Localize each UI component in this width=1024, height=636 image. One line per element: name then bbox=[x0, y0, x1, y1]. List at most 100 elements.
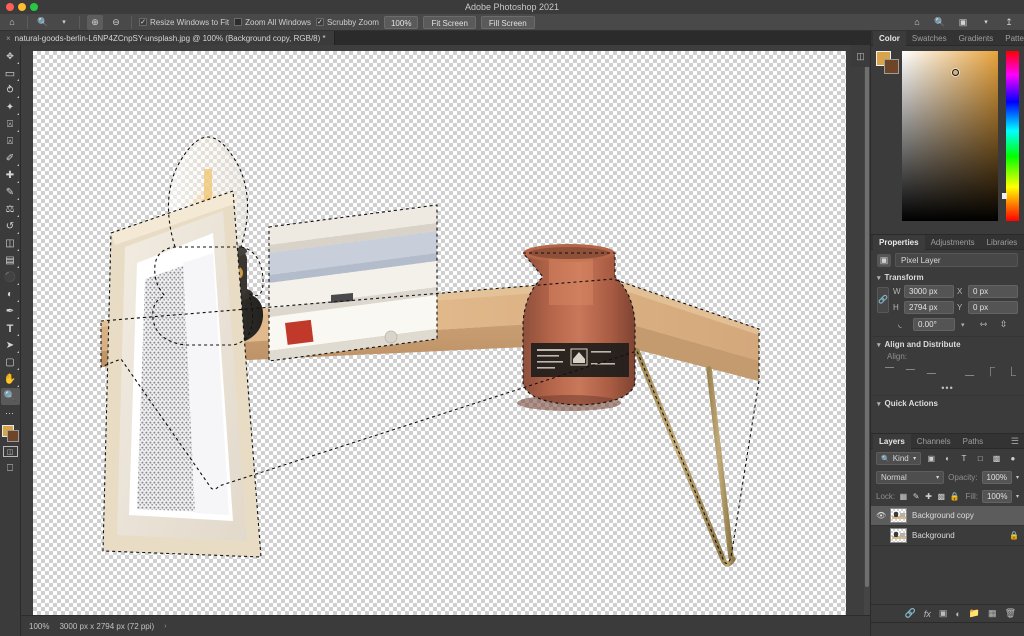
align-section-header[interactable]: ▾ Align and Distribute bbox=[871, 336, 1024, 352]
flip-vertical-icon[interactable]: ⇳ bbox=[997, 318, 1011, 331]
rectangular-marquee-tool[interactable]: ▭ bbox=[1, 65, 20, 82]
chevron-down-icon[interactable]: ▾ bbox=[877, 341, 881, 349]
scrubby-zoom-checkbox[interactable]: ✓ Scrubby Zoom bbox=[315, 18, 379, 27]
layer-filter-kind-select[interactable]: 🔍 Kind ▾ bbox=[876, 452, 922, 465]
opacity-input[interactable]: 100% bbox=[981, 471, 1012, 484]
discover-icon[interactable]: ⌂ bbox=[909, 15, 925, 30]
tab-patterns[interactable]: Patterns bbox=[999, 31, 1024, 46]
fill-screen-button[interactable]: Fill Screen bbox=[480, 15, 535, 29]
zoom-tool-icon[interactable]: 🔍 bbox=[35, 15, 51, 30]
type-tool[interactable]: T bbox=[1, 320, 20, 337]
tab-adjustments[interactable]: Adjustments bbox=[925, 235, 981, 250]
background-color-swatch[interactable] bbox=[6, 430, 19, 442]
tab-libraries[interactable]: Libraries bbox=[981, 235, 1024, 250]
layer-style-icon[interactable]: fx bbox=[924, 609, 931, 619]
scrollbar-thumb[interactable] bbox=[865, 47, 869, 587]
quick-actions-section-header[interactable]: ▾ Quick Actions bbox=[871, 395, 1024, 411]
pen-tool[interactable]: ✒ bbox=[1, 303, 20, 320]
quick-mask-icon[interactable]: ◫ bbox=[2, 446, 18, 457]
hand-tool[interactable]: ✋ bbox=[1, 371, 20, 388]
chevron-down-icon[interactable]: ▾ bbox=[936, 474, 939, 481]
rectangle-tool[interactable]: ▢ bbox=[1, 354, 20, 371]
tab-properties[interactable]: Properties bbox=[873, 234, 925, 250]
chevron-down-icon[interactable]: ▾ bbox=[978, 15, 994, 30]
chevron-down-icon[interactable]: ▾ bbox=[1016, 493, 1019, 500]
fit-screen-button[interactable]: Fit Screen bbox=[423, 15, 476, 29]
move-tool[interactable]: ✥ bbox=[1, 48, 20, 65]
edit-toolbar-tool[interactable]: ⋯ bbox=[1, 405, 20, 422]
layer-row-background-copy[interactable]: 👁 Background copy bbox=[871, 506, 1024, 526]
layer-name[interactable]: Background copy bbox=[912, 511, 1019, 520]
zoom-level-input[interactable]: 100% bbox=[383, 15, 419, 29]
object-selection-tool[interactable]: ✦ bbox=[1, 99, 20, 116]
color-panel-swatches[interactable] bbox=[876, 51, 899, 75]
search-icon[interactable]: 🔍 bbox=[932, 15, 948, 30]
delete-layer-icon[interactable]: 🗑 bbox=[1005, 608, 1016, 619]
zoom-out-icon[interactable]: ⊖ bbox=[108, 15, 124, 30]
history-brush-tool[interactable]: ↺ bbox=[1, 218, 20, 235]
blend-mode-select[interactable]: Normal ▾ bbox=[876, 471, 945, 484]
zoom-in-icon[interactable]: ⊕ bbox=[87, 14, 103, 30]
x-input[interactable]: 0 px bbox=[968, 285, 1018, 298]
lock-artboard-icon[interactable]: ▩ bbox=[937, 490, 946, 503]
shape-filter-icon[interactable]: □ bbox=[974, 452, 986, 465]
fill-input[interactable]: 100% bbox=[981, 490, 1012, 503]
lock-image-icon[interactable]: ✎ bbox=[912, 490, 921, 503]
zoom-tool[interactable]: 🔍 bbox=[0, 388, 20, 405]
crop-tool[interactable]: ⍓ bbox=[1, 116, 20, 133]
angle-input[interactable]: 0.00° bbox=[913, 318, 955, 331]
chevron-down-icon[interactable]: ▾ bbox=[877, 400, 881, 408]
clone-stamp-tool[interactable]: ⚖ bbox=[1, 201, 20, 218]
hue-slider[interactable] bbox=[1002, 51, 1020, 221]
layer-mask-icon[interactable]: ▣ bbox=[939, 608, 948, 619]
document-tab[interactable]: × natural-goods-berlin-L6NP4ZCnpSY-unspl… bbox=[0, 31, 335, 45]
resize-windows-to-fit-checkbox[interactable]: ✓ Resize Windows to Fit bbox=[139, 18, 229, 27]
screen-mode-icon[interactable]: ⎕ bbox=[1, 460, 20, 477]
tab-channels[interactable]: Channels bbox=[911, 434, 957, 449]
lock-position-icon[interactable]: ✚ bbox=[924, 490, 933, 503]
path-selection-tool[interactable]: ➤ bbox=[1, 337, 20, 354]
layer-thumbnail[interactable] bbox=[890, 508, 907, 523]
align-middle-vertical-icon[interactable]: ⎾ bbox=[984, 365, 997, 378]
lock-all-icon[interactable]: 🔒 bbox=[950, 490, 960, 503]
tab-layers[interactable]: Layers bbox=[873, 433, 911, 449]
align-center-horizontal-icon[interactable]: ⎻ bbox=[904, 365, 917, 378]
color-swatches[interactable] bbox=[1, 424, 20, 443]
y-input[interactable]: 0 px bbox=[968, 301, 1018, 314]
tab-gradients[interactable]: Gradients bbox=[953, 31, 1000, 46]
zoom-all-windows-checkbox[interactable]: Zoom All Windows bbox=[234, 18, 311, 27]
new-layer-icon[interactable]: ▦ bbox=[988, 608, 997, 619]
lasso-tool[interactable]: ⥁ bbox=[1, 82, 20, 99]
eyedropper-tool[interactable]: ✐ bbox=[1, 150, 20, 167]
smart-object-filter-icon[interactable]: ▩ bbox=[990, 452, 1002, 465]
chevron-right-icon[interactable]: › bbox=[164, 623, 166, 630]
blur-tool[interactable]: ⚫ bbox=[1, 269, 20, 286]
layer-name[interactable]: Background bbox=[912, 531, 1004, 540]
spot-healing-brush-tool[interactable]: ✚ bbox=[1, 167, 20, 184]
align-top-icon[interactable]: ⎽ bbox=[963, 365, 976, 378]
background-color-swatch[interactable] bbox=[884, 59, 899, 74]
panel-menu-icon[interactable]: ☰ bbox=[1011, 434, 1024, 449]
adjustment-filter-icon[interactable]: ◐ bbox=[941, 452, 953, 465]
link-icon[interactable]: 🔗 bbox=[877, 286, 889, 313]
layer-thumbnail[interactable] bbox=[890, 528, 907, 543]
new-group-icon[interactable]: 📁 bbox=[969, 608, 980, 619]
pixel-filter-icon[interactable]: ▣ bbox=[925, 452, 937, 465]
layer-row-background[interactable]: Background 🔒 bbox=[871, 526, 1024, 546]
flip-horizontal-icon[interactable]: ⇿ bbox=[977, 318, 991, 331]
dodge-tool[interactable]: ◐ bbox=[1, 286, 20, 303]
tab-color[interactable]: Color bbox=[873, 30, 906, 46]
align-left-icon[interactable]: ⎺ bbox=[883, 365, 896, 378]
new-adjustment-layer-icon[interactable]: ◐ bbox=[955, 609, 960, 619]
transform-section-header[interactable]: ▾ Transform bbox=[871, 270, 1024, 285]
link-layers-icon[interactable]: 🔗 bbox=[905, 608, 916, 619]
chevron-down-icon[interactable]: ▾ bbox=[877, 274, 881, 282]
close-icon[interactable]: × bbox=[6, 34, 11, 43]
layer-visibility-icon[interactable]: 👁 bbox=[876, 511, 886, 520]
align-bottom-icon[interactable]: ⎿ bbox=[1005, 365, 1018, 378]
gradient-tool[interactable]: ▤ bbox=[1, 252, 20, 269]
status-zoom-level[interactable]: 100% bbox=[29, 622, 49, 631]
align-right-icon[interactable]: ⎼ bbox=[925, 365, 938, 378]
color-field[interactable] bbox=[902, 51, 999, 221]
brush-tool[interactable]: ✎ bbox=[1, 184, 20, 201]
